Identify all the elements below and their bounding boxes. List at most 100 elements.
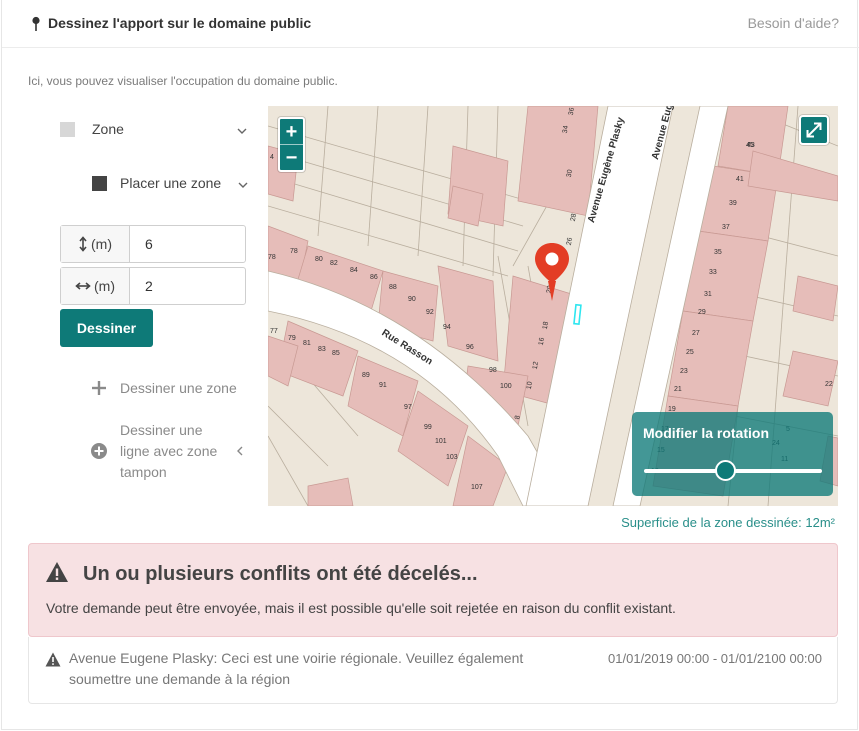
house-number: 79 — [288, 335, 296, 342]
house-number: 94 — [443, 324, 451, 331]
house-number: 28 — [569, 213, 579, 222]
zone-swatch — [60, 122, 75, 137]
draw-line-action-line: ligne avec zone — [120, 443, 218, 459]
expand-icon — [806, 122, 822, 138]
house-number: 16 — [537, 337, 547, 346]
conflict-text-line: Avenue Eugene Plasky: Ceci est une voiri… — [69, 650, 524, 666]
chevron-down-icon — [237, 128, 247, 134]
place-zone-swatch — [92, 176, 107, 191]
width-input[interactable]: 2 — [145, 278, 153, 294]
house-number: 81 — [303, 340, 311, 347]
house-number: 78 — [268, 254, 276, 261]
draw-zone-action[interactable]: Dessiner une zone — [120, 378, 237, 399]
house-number: 77 — [270, 328, 278, 335]
width-input-group: (m) 2 — [60, 267, 246, 305]
house-number: 35 — [714, 249, 722, 256]
conflict-text-line: soumettre une demande à la région — [69, 671, 291, 687]
house-number: 107 — [471, 484, 483, 491]
draw-button[interactable]: Dessiner — [60, 309, 153, 347]
alert-title: Un ou plusieurs conflits ont été décelés… — [83, 563, 478, 585]
zoom-control: + − — [278, 117, 305, 172]
house-number: 43 — [747, 142, 755, 149]
house-number: 39 — [729, 200, 737, 207]
height-unit: (m) — [91, 236, 112, 252]
rotation-panel: Modifier la rotation — [632, 412, 833, 496]
house-number: 84 — [350, 267, 358, 274]
house-number: 31 — [704, 291, 712, 298]
house-number: 25 — [686, 349, 694, 356]
house-number: 96 — [466, 344, 474, 351]
width-addon: (m) — [61, 268, 130, 304]
house-number: 82 — [330, 260, 338, 267]
horizontal-arrows-icon — [75, 282, 91, 290]
header: Dessinez l'apport sur le domaine public … — [2, 0, 859, 48]
house-number: 88 — [389, 284, 397, 291]
house-number: 90 — [408, 296, 416, 303]
zone-area-text: Superficie de la zone dessinée: 12m² — [621, 515, 835, 530]
house-number: 29 — [698, 309, 706, 316]
conflict-alert: Un ou plusieurs conflits ont été décelés… — [28, 543, 838, 637]
house-number: 103 — [446, 454, 458, 461]
house-number: 37 — [722, 224, 730, 231]
alert-body: Votre demande peut être envoyée, mais il… — [46, 600, 676, 616]
page-title: Dessinez l'apport sur le domaine public — [48, 15, 312, 31]
house-number: 80 — [315, 256, 323, 263]
house-number: 78 — [290, 248, 298, 255]
house-number: 23 — [680, 368, 688, 375]
chevron-down-icon — [238, 182, 248, 188]
house-number: 99 — [424, 424, 432, 431]
pushpin-icon — [32, 16, 40, 31]
height-input[interactable]: 6 — [145, 236, 153, 252]
page-frame: Dessinez l'apport sur le domaine public … — [1, 0, 859, 730]
conflict-item: Avenue Eugene Plasky: Ceci est une voiri… — [28, 637, 838, 704]
house-number: 89 — [362, 372, 370, 379]
house-number: 92 — [426, 309, 434, 316]
house-number: 97 — [404, 404, 412, 411]
draw-line-buffer-action[interactable]: Dessiner une ligne avec zone tampon — [120, 420, 217, 483]
height-addon: (m) — [61, 226, 130, 262]
draw-line-action-line: Dessiner une — [120, 422, 203, 438]
house-number: 4 — [270, 154, 274, 161]
plus-icon — [92, 381, 106, 395]
house-number: 83 — [318, 346, 326, 353]
fullscreen-button[interactable] — [799, 115, 829, 145]
house-number: 22 — [825, 381, 833, 388]
rotation-slider-handle[interactable] — [715, 460, 737, 481]
place-zone-dropdown[interactable]: Placer une zone — [92, 174, 252, 194]
width-unit: (m) — [94, 278, 115, 294]
house-number: 101 — [435, 438, 447, 445]
map-view[interactable]: Rue Rasson Avenue Eugène Plasky Avenue E… — [268, 106, 838, 506]
house-number: 30 — [565, 169, 575, 178]
zone-dropdown[interactable]: Zone — [60, 120, 250, 140]
house-number: 86 — [370, 274, 378, 281]
circle-plus-icon — [91, 443, 107, 459]
vertical-arrows-icon — [79, 236, 87, 252]
house-number: 91 — [379, 382, 387, 389]
rotation-title: Modifier la rotation — [643, 425, 769, 441]
house-number: 12 — [531, 361, 541, 370]
map-marker-icon[interactable] — [534, 241, 570, 301]
house-number: 21 — [674, 386, 682, 393]
house-number: 33 — [709, 269, 717, 276]
chevron-left-icon — [237, 446, 243, 456]
house-number: 36 — [567, 107, 577, 116]
house-number: 10 — [525, 381, 535, 390]
warning-icon — [46, 562, 68, 582]
height-input-group: (m) 6 — [60, 225, 246, 263]
intro-text: Ici, vous pouvez visualiser l'occupation… — [28, 74, 338, 88]
draw-line-action-line: tampon — [120, 464, 167, 480]
zone-label: Zone — [92, 121, 124, 137]
house-number: 100 — [500, 383, 512, 390]
house-number: 8 — [514, 414, 522, 421]
conflict-dates: 01/01/2019 00:00 - 01/01/2100 00:00 — [608, 651, 822, 666]
house-number: 41 — [736, 176, 744, 183]
house-number: 34 — [561, 125, 571, 134]
help-link[interactable]: Besoin d'aide? — [748, 15, 839, 31]
house-number: 98 — [489, 367, 497, 374]
zoom-out-button[interactable]: − — [280, 145, 303, 170]
house-number: 18 — [541, 321, 551, 330]
warning-icon — [45, 652, 61, 667]
place-zone-label: Placer une zone — [120, 175, 222, 191]
house-number: 85 — [332, 350, 340, 357]
zoom-in-button[interactable]: + — [280, 119, 303, 144]
